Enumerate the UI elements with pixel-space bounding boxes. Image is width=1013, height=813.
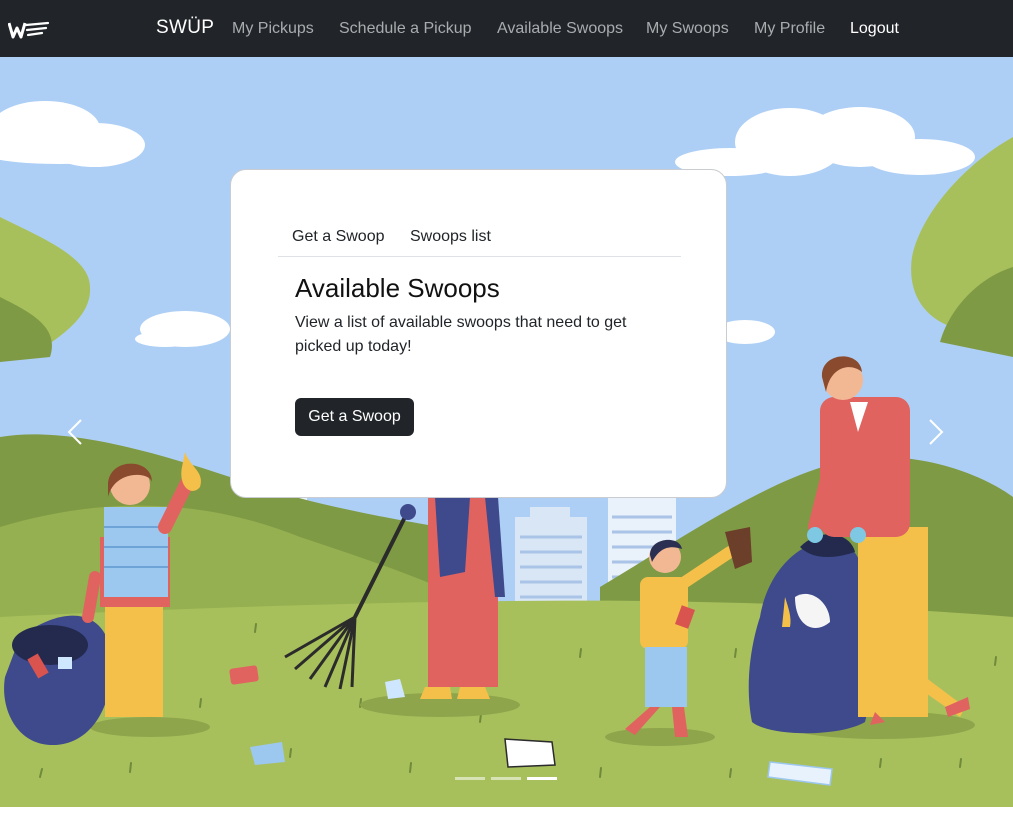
carousel-indicator[interactable] xyxy=(491,777,521,780)
swup-logo-icon[interactable] xyxy=(8,20,50,40)
carousel-indicator[interactable] xyxy=(455,777,485,780)
tab-get-a-swoop[interactable]: Get a Swoop xyxy=(292,228,385,246)
nav-link-my-profile[interactable]: My Profile xyxy=(754,20,825,38)
card-tabs: Get a Swoop Swoops list xyxy=(278,218,681,257)
chevron-right-icon xyxy=(929,419,944,445)
carousel-indicator-active[interactable] xyxy=(527,777,557,780)
top-navbar: SWÜP My Pickups Schedule a Pickup Availa… xyxy=(0,0,1013,58)
brand-name[interactable]: SWÜP xyxy=(156,17,214,39)
carousel-prev-button[interactable] xyxy=(55,407,95,457)
swoops-card: Get a Swoop Swoops list Available Swoops… xyxy=(230,169,727,498)
get-a-swoop-button[interactable]: Get a Swoop xyxy=(295,398,414,436)
card-title: Available Swoops xyxy=(295,273,500,303)
nav-link-my-pickups[interactable]: My Pickups xyxy=(232,20,314,38)
card-description: View a list of available swoops that nee… xyxy=(295,314,627,355)
nav-link-schedule-pickup[interactable]: Schedule a Pickup xyxy=(339,20,472,38)
nav-link-available-swoops[interactable]: Available Swoops xyxy=(497,20,623,38)
chevron-left-icon xyxy=(67,419,82,445)
carousel-next-button[interactable] xyxy=(916,407,956,457)
tab-swoops-list[interactable]: Swoops list xyxy=(410,228,491,246)
nav-link-logout[interactable]: Logout xyxy=(850,20,899,38)
nav-link-my-swoops[interactable]: My Swoops xyxy=(646,20,729,38)
